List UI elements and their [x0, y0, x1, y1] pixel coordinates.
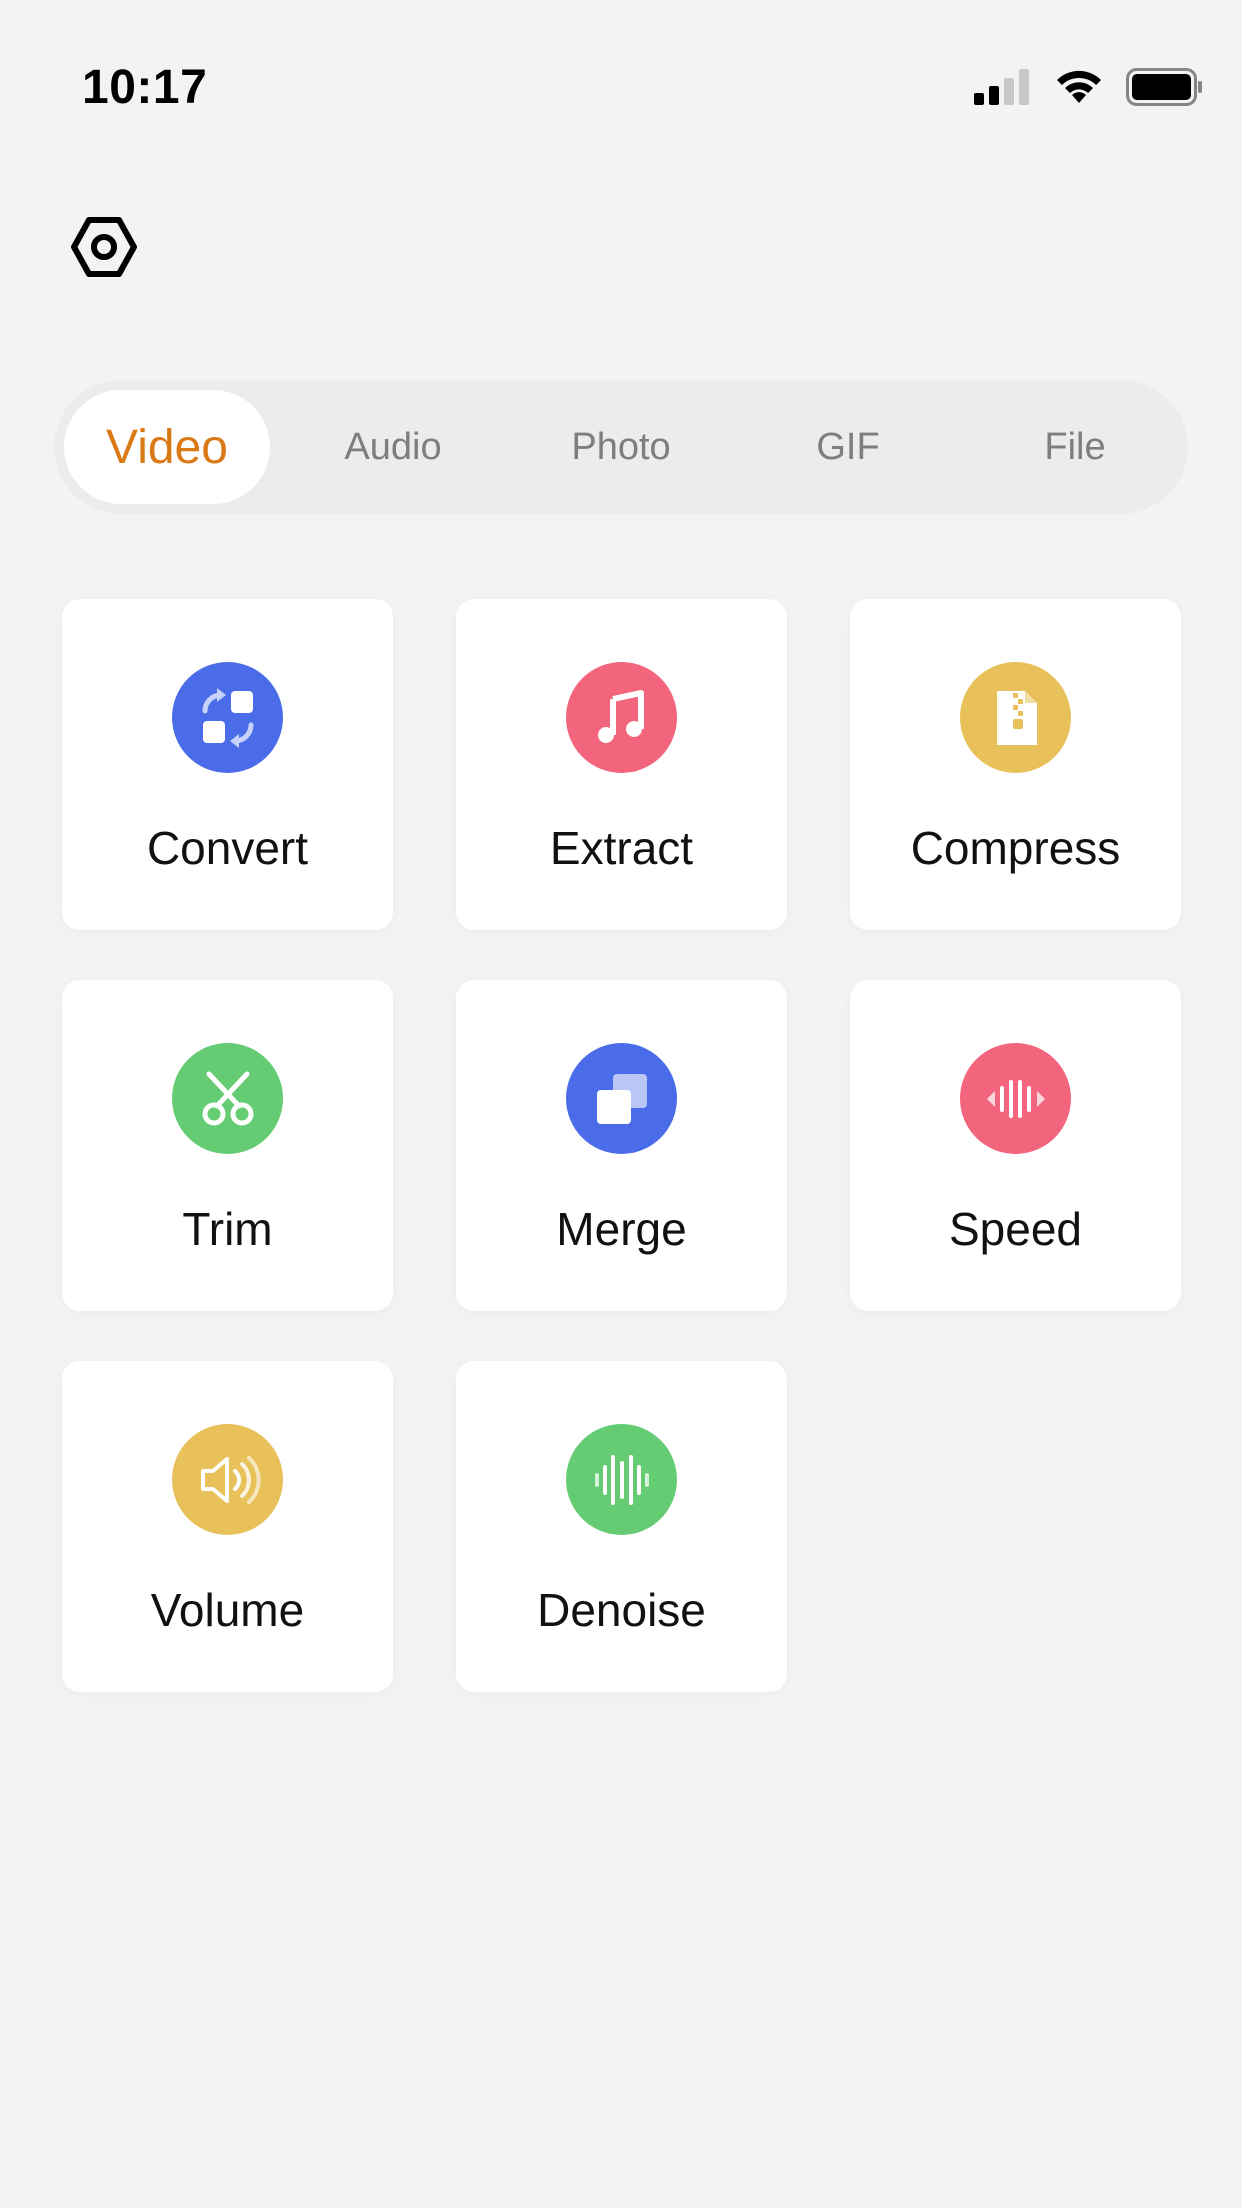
speed-icon: [960, 1043, 1071, 1154]
scissors-icon: [172, 1043, 283, 1154]
tab-audio[interactable]: Audio: [302, 390, 484, 504]
tool-label: Compress: [910, 822, 1121, 874]
tab-file[interactable]: File: [984, 390, 1166, 504]
tool-label: Volume: [150, 1584, 305, 1636]
cellular-signal-icon: [974, 69, 1029, 105]
status-bar: 10:17: [0, 0, 1242, 180]
merge-icon: [566, 1043, 677, 1154]
category-tabs: Video Audio Photo GIF File: [54, 380, 1188, 514]
settings-button[interactable]: [70, 213, 138, 281]
tool-card-convert[interactable]: Convert: [62, 599, 393, 930]
battery-icon: [1126, 68, 1202, 106]
tool-label: Extract: [549, 822, 694, 874]
tab-gif[interactable]: GIF: [757, 390, 939, 504]
tool-label: Trim: [182, 1203, 273, 1255]
tool-card-merge[interactable]: Merge: [456, 980, 787, 1311]
tool-card-volume[interactable]: Volume: [62, 1361, 393, 1692]
sound-wave-icon: [566, 1424, 677, 1535]
tool-card-speed[interactable]: Speed: [850, 980, 1181, 1311]
status-time: 10:17: [82, 61, 208, 114]
music-note-icon: [566, 662, 677, 773]
wifi-icon: [1057, 70, 1101, 103]
speaker-icon: [172, 1424, 283, 1535]
tool-card-compress[interactable]: Compress: [850, 599, 1181, 930]
tab-video[interactable]: Video: [64, 390, 270, 504]
tool-card-trim[interactable]: Trim: [62, 980, 393, 1311]
status-icons: [974, 68, 1204, 106]
tool-card-denoise[interactable]: Denoise: [456, 1361, 787, 1692]
convert-icon: [172, 662, 283, 773]
tool-card-extract[interactable]: Extract: [456, 599, 787, 930]
zip-file-icon: [960, 662, 1071, 773]
tool-label: Speed: [948, 1203, 1082, 1255]
tab-photo[interactable]: Photo: [530, 390, 712, 504]
settings-hexagon-icon: [71, 217, 137, 277]
tool-label: Convert: [146, 822, 309, 874]
tool-label: Merge: [556, 1203, 687, 1255]
tool-label: Denoise: [537, 1584, 706, 1636]
